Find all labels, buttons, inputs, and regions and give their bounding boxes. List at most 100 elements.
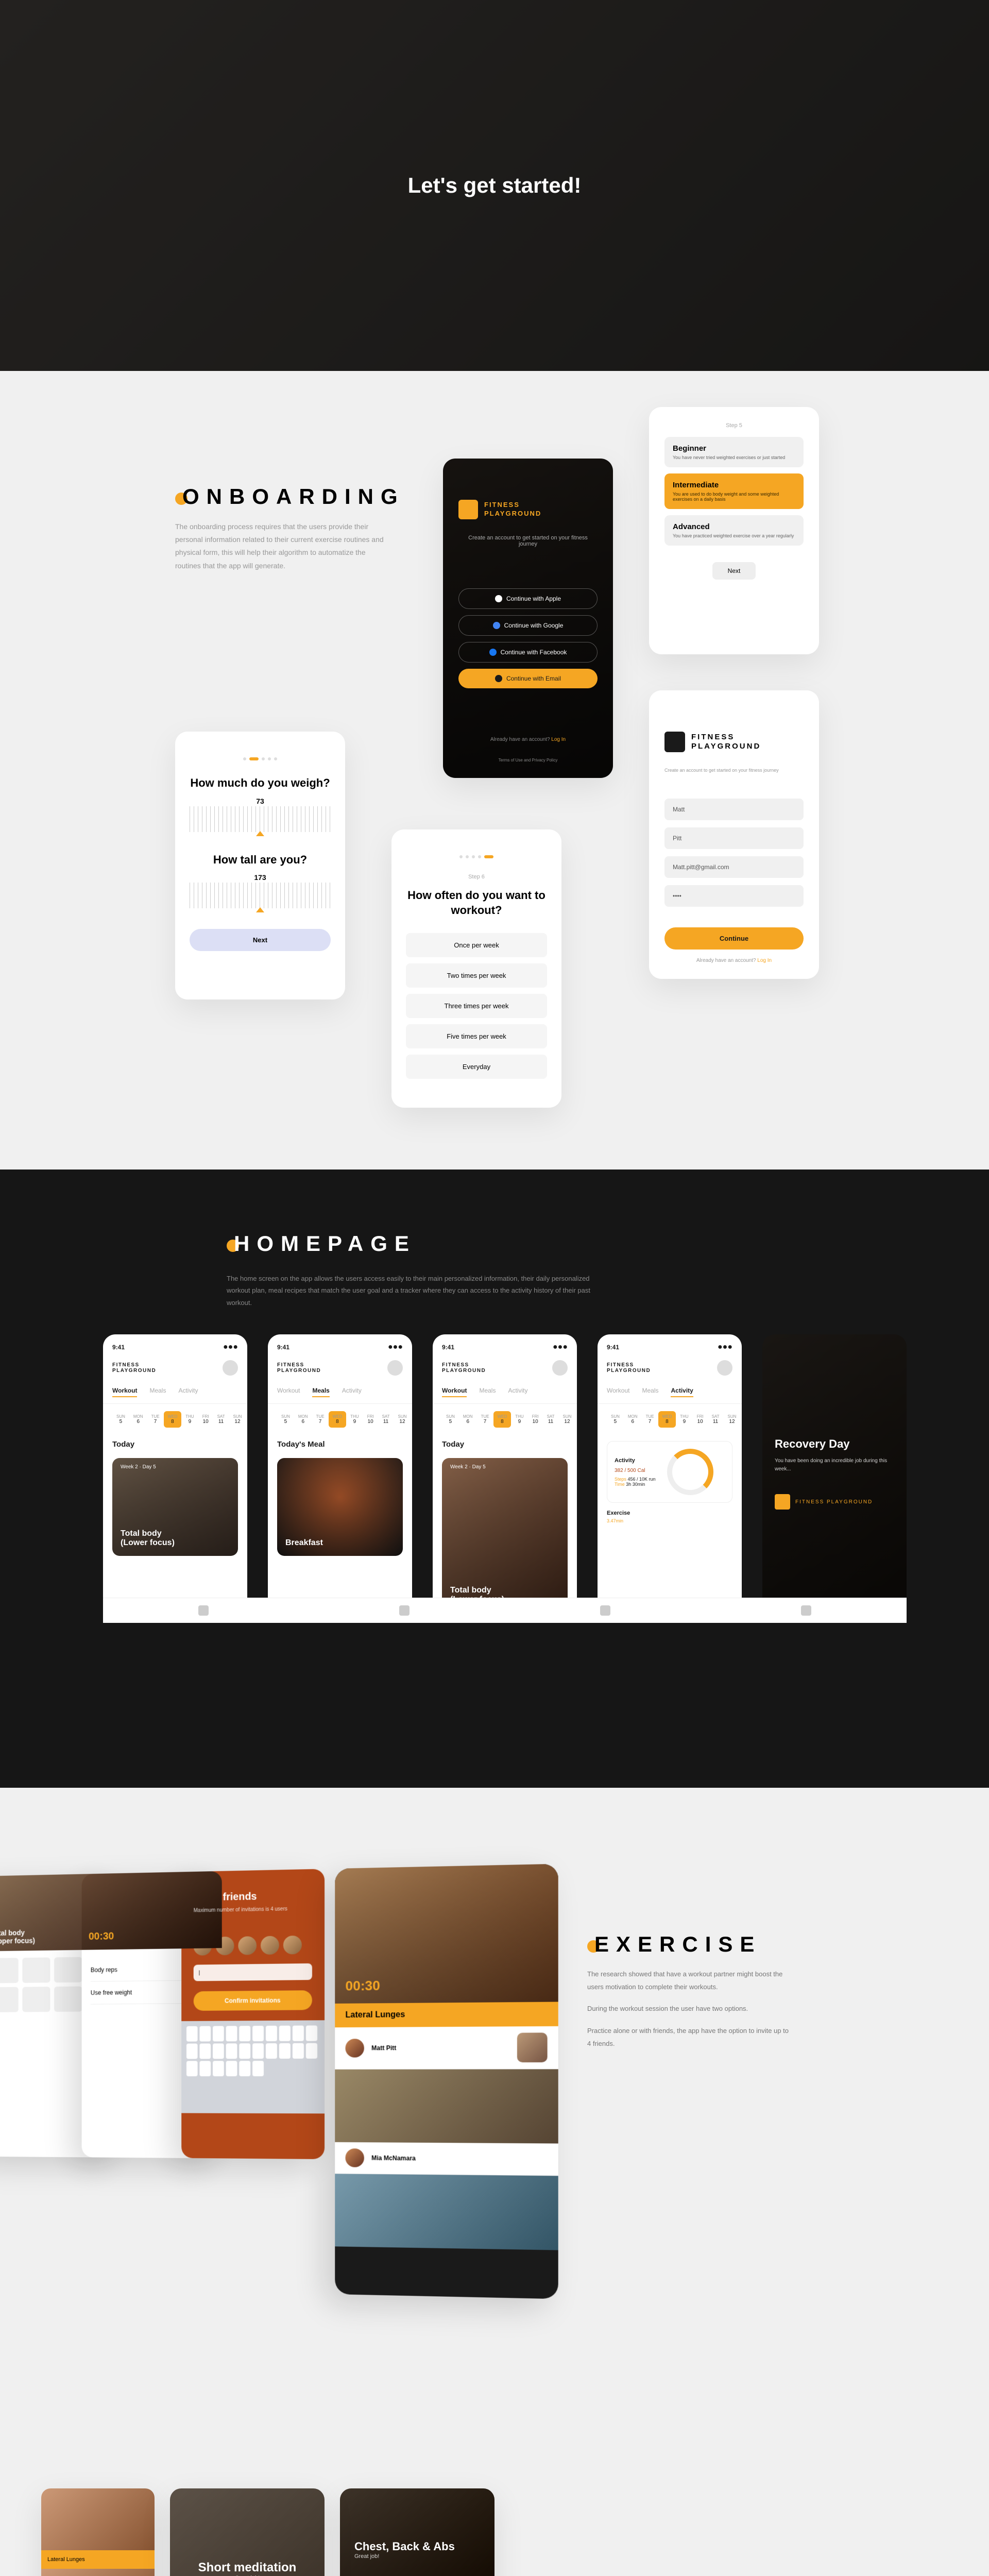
calendar-day[interactable]: SUN12: [724, 1411, 741, 1428]
key[interactable]: A: [186, 2043, 198, 2059]
avatar[interactable]: [238, 1936, 257, 1955]
calendar-day[interactable]: FRI10: [363, 1411, 378, 1428]
calendar-day[interactable]: SAT11: [213, 1411, 229, 1428]
key[interactable]: K: [279, 2043, 291, 2059]
calendar-day[interactable]: SUN12: [229, 1411, 246, 1428]
calendar-day[interactable]: TUE7: [312, 1411, 329, 1428]
avatar[interactable]: [261, 1936, 279, 1955]
avatar[interactable]: [552, 1360, 568, 1376]
calendar-day[interactable]: WED8: [329, 1411, 347, 1428]
calendar-strip[interactable]: SUN5MON6TUE7WED8THU9FRI10SAT11SUN12: [598, 1404, 742, 1435]
level-intermediate[interactable]: Intermediate You are used to do body wei…: [664, 473, 804, 509]
exercise-thumb[interactable]: [0, 1987, 19, 2012]
workout-card[interactable]: Week 2 · Day 5 Total body (Lower focus): [442, 1458, 568, 1613]
tab-workout[interactable]: Workout: [112, 1387, 137, 1397]
surname-input[interactable]: Pitt: [664, 827, 804, 849]
tab-workout[interactable]: Workout: [607, 1387, 629, 1397]
level-beginner[interactable]: Beginner You have never tried weighted e…: [664, 437, 804, 467]
exercise-thumb[interactable]: [22, 1987, 50, 2012]
tab-activity[interactable]: Activity: [178, 1387, 198, 1397]
freq-five[interactable]: Five times per week: [406, 1024, 547, 1048]
avatar[interactable]: [223, 1360, 238, 1376]
weight-ruler[interactable]: 73: [190, 806, 331, 832]
calendar-strip[interactable]: SUN5MON6TUE7WED8THU9FRI10SAT11SUN12: [433, 1404, 577, 1435]
key[interactable]: I: [279, 2026, 291, 2041]
continue-facebook-button[interactable]: Continue with Facebook: [458, 642, 598, 663]
calendar-day[interactable]: SUN5: [112, 1411, 129, 1428]
freq-everyday[interactable]: Everyday: [406, 1055, 547, 1079]
calendar-day[interactable]: SUN5: [607, 1411, 624, 1428]
login-link[interactable]: Log In: [551, 737, 566, 742]
calendar-day[interactable]: FRI10: [198, 1411, 213, 1428]
key[interactable]: S: [199, 2043, 211, 2059]
key[interactable]: C: [199, 2061, 211, 2076]
key[interactable]: W: [199, 2026, 211, 2042]
keyboard[interactable]: QWERTYUIOPASDFGHJKLZXCVBNM: [181, 2020, 325, 2113]
key[interactable]: V: [213, 2061, 224, 2076]
calendar-day[interactable]: THU9: [346, 1411, 363, 1428]
calendar-day[interactable]: MON6: [459, 1411, 477, 1428]
calendar-day[interactable]: SAT11: [708, 1411, 724, 1428]
confirm-invitations-button[interactable]: Confirm invitations: [194, 1990, 312, 2011]
calendar-day[interactable]: SUN12: [394, 1411, 411, 1428]
freq-once[interactable]: Once per week: [406, 933, 547, 957]
key[interactable]: G: [239, 2043, 250, 2059]
tab-meals[interactable]: Meals: [642, 1387, 658, 1397]
key[interactable]: L: [293, 2043, 304, 2059]
freq-twice[interactable]: Two times per week: [406, 963, 547, 988]
tab-meals[interactable]: Meals: [312, 1387, 329, 1397]
participant-video-large[interactable]: [335, 2069, 558, 2143]
next-button[interactable]: Next: [190, 929, 331, 951]
level-advanced[interactable]: Advanced You have practiced weighted exe…: [664, 515, 804, 546]
tab-meals[interactable]: Meals: [479, 1387, 496, 1397]
continue-button[interactable]: Continue: [664, 927, 804, 950]
key[interactable]: D: [213, 2043, 224, 2059]
key[interactable]: N: [239, 2061, 250, 2076]
calendar-day[interactable]: SAT11: [543, 1411, 559, 1428]
key[interactable]: O: [293, 2026, 304, 2041]
tab-workout[interactable]: Workout: [442, 1387, 467, 1397]
calendar-strip[interactable]: SUN5MON6TUE7WED8THU9FRI10SAT11SUN12: [103, 1404, 247, 1435]
calendar-strip[interactable]: SUN5MON6TUE7WED8THU9FRI10SAT11SUN12: [268, 1404, 412, 1435]
avatar[interactable]: [387, 1360, 403, 1376]
name-input[interactable]: Matt: [664, 799, 804, 820]
avatar[interactable]: [283, 1936, 302, 1955]
email-input[interactable]: Matt.pitt@gmail.com: [664, 856, 804, 878]
key[interactable]: F: [226, 2043, 237, 2059]
participant-video[interactable]: [517, 2032, 548, 2062]
continue-apple-button[interactable]: Continue with Apple: [458, 588, 598, 609]
continue-email-button[interactable]: Continue with Email: [458, 669, 598, 688]
key[interactable]: H: [252, 2043, 264, 2059]
workout-card[interactable]: Week 2 · Day 5 Total body (Lower focus): [112, 1458, 238, 1556]
exercise-thumb[interactable]: [22, 1957, 50, 1982]
key[interactable]: P: [306, 2025, 317, 2041]
calendar-day[interactable]: TUE7: [147, 1411, 164, 1428]
calendar-day[interactable]: MON6: [294, 1411, 312, 1428]
calendar-day[interactable]: TUE7: [642, 1411, 658, 1428]
tab-activity[interactable]: Activity: [342, 1387, 362, 1397]
tab-meals[interactable]: Meals: [149, 1387, 166, 1397]
calendar-day[interactable]: MON6: [624, 1411, 642, 1428]
calendar-day[interactable]: THU9: [181, 1411, 198, 1428]
calendar-day[interactable]: MON6: [129, 1411, 147, 1428]
key[interactable]: T: [239, 2026, 250, 2041]
calendar-day[interactable]: SUN5: [277, 1411, 294, 1428]
login-link[interactable]: Log In: [757, 958, 772, 963]
freq-three[interactable]: Three times per week: [406, 994, 547, 1018]
participant-video-large[interactable]: [335, 2174, 558, 2250]
tab-workout[interactable]: Workout: [277, 1387, 300, 1397]
tab-activity[interactable]: Activity: [671, 1387, 693, 1397]
next-button[interactable]: Next: [712, 562, 756, 580]
tab-activity[interactable]: Activity: [508, 1387, 527, 1397]
calendar-day[interactable]: WED8: [164, 1411, 182, 1428]
calendar-day[interactable]: SUN12: [559, 1411, 576, 1428]
key[interactable]: E: [213, 2026, 224, 2041]
exercise-thumb[interactable]: [0, 1958, 19, 1983]
key[interactable]: X: [186, 2061, 198, 2076]
calendar-day[interactable]: FRI10: [528, 1411, 543, 1428]
calendar-day[interactable]: WED8: [493, 1411, 511, 1428]
side-thumb[interactable]: [41, 2569, 155, 2576]
height-ruler[interactable]: 173: [190, 883, 331, 908]
nav-icon[interactable]: [600, 1605, 610, 1616]
exercise-thumb[interactable]: [54, 1957, 82, 1983]
